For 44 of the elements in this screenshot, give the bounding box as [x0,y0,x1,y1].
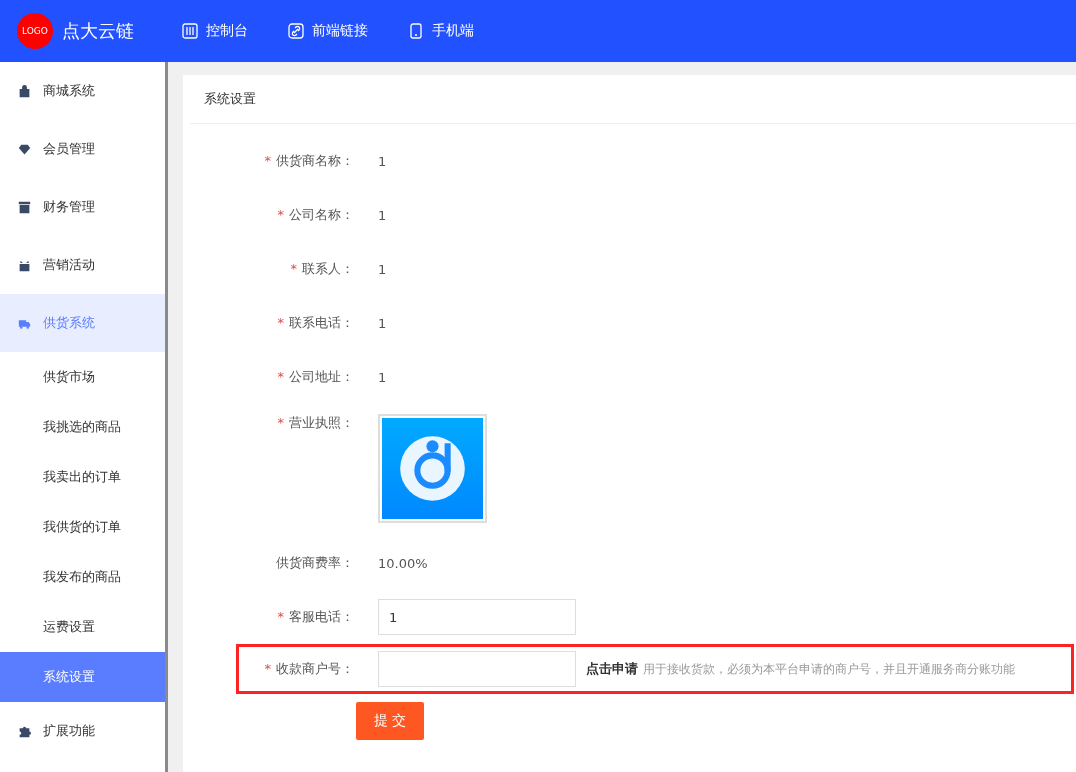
brand-name: 点大云链 [62,19,134,43]
sidebar-subitem[interactable]: 系统设置 [0,652,165,702]
field-label: * 客服电话： [276,608,354,626]
field-label: 供货商费率： [275,554,354,572]
field-value: 1 [378,207,387,223]
sidebar-item[interactable]: 扩展功能 [0,702,165,760]
input-field[interactable]: 1 [378,599,576,635]
nav-link[interactable]: 前端链接 [288,22,368,40]
field-label: * 公司地址： [276,368,354,386]
field-value: 10.00% [378,555,428,571]
apply-link[interactable]: 点击申请 [586,660,638,678]
gift-icon [18,258,31,272]
field-label: * 供货商名称： [263,152,354,170]
logo: LOGO [17,13,53,49]
diamond-icon [18,142,31,156]
phone-icon [408,23,424,39]
field-label: * 收款商户号： [263,660,354,678]
nav-link[interactable]: 手机端 [408,22,474,40]
link-icon [288,23,304,39]
sidebar-item[interactable]: 营销活动 [0,236,165,294]
field-hint: 用于接收货款，必须为本平台申请的商户号，并且开通服务商分账功能 [643,660,1015,678]
field-label: * 营业执照： [276,414,354,432]
sidebar-item[interactable]: 财务管理 [0,178,165,236]
field-value: 1 [378,369,387,385]
card-title: 系统设置 [190,75,1076,124]
sidebar-subitem[interactable]: 我供货的订单 [0,502,165,552]
field-label: * 公司名称： [276,206,354,224]
field-label: * 联系电话： [276,314,354,332]
sidebar-subitem[interactable]: 我挑选的商品 [0,402,165,452]
sidebar-item[interactable]: 商城系统 [0,62,165,120]
sidebar-subitem[interactable]: 我发布的商品 [0,552,165,602]
sidebar-item[interactable]: 会员管理 [0,120,165,178]
sliders-icon [182,23,198,39]
bag-icon [18,84,31,98]
field-value: 1 [378,153,387,169]
field-label: * 联系人： [289,260,354,278]
sidebar-subitem[interactable]: 运费设置 [0,602,165,652]
sidebar-subitem[interactable]: 供货市场 [0,352,165,402]
field-value: 1 [378,315,387,331]
nav-link[interactable]: 控制台 [182,22,248,40]
field-value: 1 [378,261,387,277]
input-field[interactable] [378,651,576,687]
puzzle-icon [18,724,31,738]
sidebar-subitem[interactable]: 我卖出的订单 [0,452,165,502]
